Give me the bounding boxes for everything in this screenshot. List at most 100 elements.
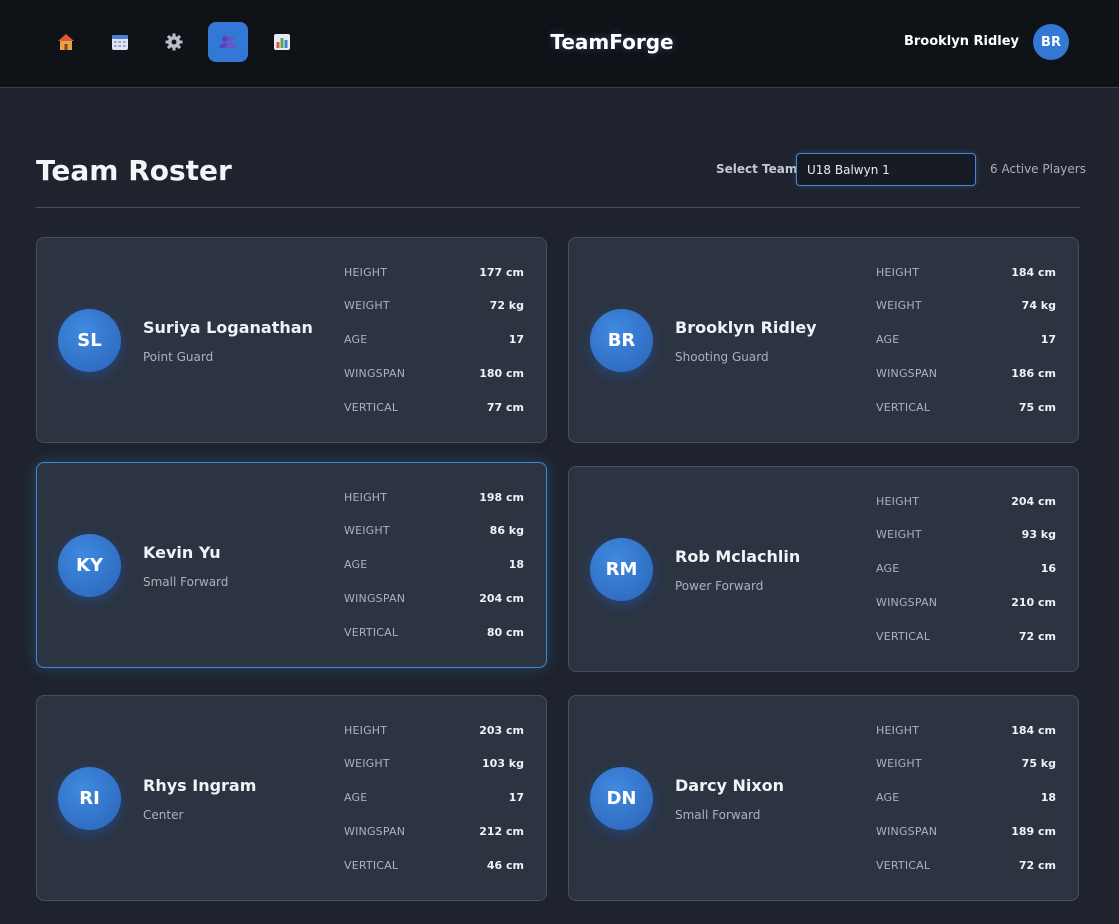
player-position: Power Forward: [675, 579, 764, 593]
calendar-icon: [112, 35, 128, 50]
stat-value-age: 18: [508, 558, 524, 571]
stat-value-height: 204 cm: [1011, 495, 1056, 508]
stat-label-height: HEIGHT: [876, 724, 920, 737]
stat-label-wingspan: WINGSPAN: [876, 367, 938, 380]
stat-value-age: 17: [508, 333, 524, 346]
player-card[interactable]: DN Darcy Nixon Small Forward HEIGHT 184 …: [568, 695, 1079, 901]
stat-value-wingspan: 212 cm: [479, 825, 524, 838]
stat-label-height: HEIGHT: [876, 266, 920, 279]
stat-label-wingspan: WINGSPAN: [876, 825, 938, 838]
stat-value-weight: 74 kg: [1021, 299, 1056, 312]
page-title: Team Roster: [36, 154, 232, 187]
stat-value-vertical: 72 cm: [1018, 630, 1056, 643]
player-name: Rob Mclachlin: [675, 547, 801, 566]
stat-label-height: HEIGHT: [344, 724, 388, 737]
stat-value-weight: 103 kg: [482, 757, 524, 770]
player-name: Brooklyn Ridley: [675, 318, 817, 337]
stat-label-weight: WEIGHT: [344, 524, 390, 537]
stat-value-weight: 75 kg: [1021, 757, 1056, 770]
player-card[interactable]: SL Suriya Loganathan Point Guard HEIGHT …: [36, 237, 547, 443]
stat-value-wingspan: 189 cm: [1011, 825, 1056, 838]
stat-value-height: 184 cm: [1011, 266, 1056, 279]
player-card[interactable]: BR Brooklyn Ridley Shooting Guard HEIGHT…: [568, 237, 1079, 443]
player-avatar: BR: [590, 309, 653, 372]
team-select-value: U18 Balwyn 1: [807, 162, 890, 177]
app-title: TeamForge: [550, 30, 674, 54]
player-avatar: RM: [590, 538, 653, 601]
stat-label-wingspan: WINGSPAN: [876, 596, 938, 609]
stat-label-age: AGE: [344, 333, 368, 346]
player-avatar: KY: [58, 534, 121, 597]
stat-value-vertical: 72 cm: [1018, 859, 1056, 872]
stat-value-age: 18: [1040, 791, 1056, 804]
player-name: Kevin Yu: [143, 543, 221, 562]
stat-label-height: HEIGHT: [344, 491, 388, 504]
nav-home-button[interactable]: [46, 22, 86, 62]
stat-value-vertical: 75 cm: [1018, 401, 1056, 414]
stat-value-height: 184 cm: [1011, 724, 1056, 737]
stat-value-weight: 93 kg: [1021, 528, 1056, 541]
divider: [36, 207, 1080, 208]
stat-value-vertical: 46 cm: [486, 859, 524, 872]
stat-label-age: AGE: [344, 558, 368, 571]
stat-label-age: AGE: [344, 791, 368, 804]
stat-value-wingspan: 210 cm: [1011, 596, 1056, 609]
home-icon: [58, 34, 74, 50]
stat-value-wingspan: 180 cm: [479, 367, 524, 380]
team-select[interactable]: U18 Balwyn 1: [796, 153, 976, 186]
stat-label-wingspan: WINGSPAN: [344, 592, 406, 605]
stat-label-weight: WEIGHT: [876, 757, 922, 770]
player-card[interactable]: RM Rob Mclachlin Power Forward HEIGHT 20…: [568, 466, 1079, 672]
player-position: Small Forward: [143, 575, 229, 589]
stat-label-wingspan: WINGSPAN: [344, 825, 406, 838]
stat-label-vertical: VERTICAL: [344, 859, 399, 872]
player-card[interactable]: RI Rhys Ingram Center HEIGHT 203 cm WEIG…: [36, 695, 547, 901]
player-card-selected[interactable]: KY Kevin Yu Small Forward HEIGHT 198 cm …: [36, 462, 547, 668]
stat-label-height: HEIGHT: [876, 495, 920, 508]
stat-label-weight: WEIGHT: [344, 757, 390, 770]
team-icon: [219, 36, 237, 48]
stat-label-vertical: VERTICAL: [344, 626, 399, 639]
player-name: Suriya Loganathan: [143, 318, 313, 337]
player-position: Center: [143, 808, 184, 822]
nav-team-button[interactable]: [208, 22, 248, 62]
stat-value-height: 203 cm: [479, 724, 524, 737]
player-position: Small Forward: [675, 808, 761, 822]
stat-label-vertical: VERTICAL: [876, 859, 931, 872]
gear-icon: [165, 33, 183, 51]
stat-value-weight: 72 kg: [489, 299, 524, 312]
stat-label-vertical: VERTICAL: [344, 401, 399, 414]
bar-chart-icon: [274, 34, 290, 50]
stat-value-wingspan: 186 cm: [1011, 367, 1056, 380]
user-name: Brooklyn Ridley: [903, 34, 1019, 49]
stat-label-age: AGE: [876, 562, 900, 575]
player-name: Darcy Nixon: [675, 776, 785, 795]
stat-value-vertical: 80 cm: [486, 626, 524, 639]
nav-stats-button[interactable]: [262, 22, 302, 62]
player-name: Rhys Ingram: [143, 776, 257, 795]
stat-label-vertical: VERTICAL: [876, 401, 931, 414]
nav-calendar-button[interactable]: [100, 22, 140, 62]
stat-value-age: 17: [508, 791, 524, 804]
stat-label-age: AGE: [876, 333, 900, 346]
stat-label-weight: WEIGHT: [344, 299, 390, 312]
stat-value-age: 17: [1040, 333, 1056, 346]
player-avatar: DN: [590, 767, 653, 830]
active-players-count: 6 Active Players: [990, 162, 1086, 176]
stat-value-height: 198 cm: [479, 491, 524, 504]
user-avatar[interactable]: BR: [1033, 24, 1069, 60]
stat-value-age: 16: [1040, 562, 1056, 575]
player-avatar: SL: [58, 309, 121, 372]
stat-label-vertical: VERTICAL: [876, 630, 931, 643]
player-position: Shooting Guard: [675, 350, 769, 364]
top-bar: TeamForge Brooklyn Ridley BR: [0, 0, 1119, 88]
nav-settings-button[interactable]: [154, 22, 194, 62]
stat-value-weight: 86 kg: [489, 524, 524, 537]
team-select-label: Select Team:: [716, 162, 803, 176]
player-avatar: RI: [58, 767, 121, 830]
stat-value-vertical: 77 cm: [486, 401, 524, 414]
stat-value-wingspan: 204 cm: [479, 592, 524, 605]
stat-label-weight: WEIGHT: [876, 528, 922, 541]
stat-value-height: 177 cm: [479, 266, 524, 279]
stat-label-weight: WEIGHT: [876, 299, 922, 312]
